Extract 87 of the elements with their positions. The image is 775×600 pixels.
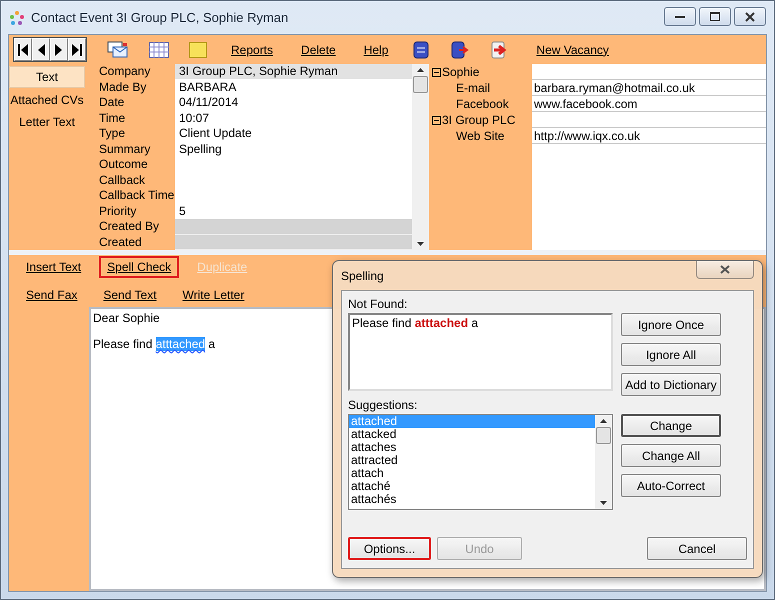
field-label: Outcome	[89, 157, 175, 172]
dialog-title: Spelling	[341, 268, 384, 282]
toolbar-link[interactable]: New Vacancy	[532, 42, 613, 58]
field-label: Created	[89, 234, 175, 250]
database-arrow-icon[interactable]	[450, 40, 470, 60]
previous-record-button[interactable]	[32, 38, 50, 61]
field-label: Made By	[89, 80, 175, 95]
action-link[interactable]: Insert Text	[18, 256, 90, 278]
calendar-grid-icon[interactable]	[149, 42, 169, 58]
toolbar-link[interactable]: Reports	[227, 42, 278, 58]
suggestions-list[interactable]: attached attacked attaches attracted attach attaché attachés	[348, 414, 613, 510]
maximize-button[interactable]	[699, 7, 731, 26]
scrollbar[interactable]	[412, 64, 429, 250]
not-found-text-box[interactable]: Please find atttached a	[348, 313, 613, 391]
dialog-button[interactable]: Ignore All	[621, 343, 721, 366]
minimize-button[interactable]	[664, 7, 696, 26]
maximize-icon[interactable]	[710, 12, 720, 21]
database-icon[interactable]	[412, 40, 430, 60]
suggestion-item[interactable]: attracted	[349, 454, 595, 467]
letter-line: Please find atttached a	[93, 337, 216, 351]
scroll-thumb[interactable]	[596, 427, 611, 444]
tree-node[interactable]: 3I Group PLC	[432, 112, 532, 128]
field-label: Callback Time	[89, 188, 175, 204]
dialog-button[interactable]: Add to Dictionary	[621, 373, 721, 396]
close-icon[interactable]	[745, 12, 755, 22]
scroll-thumb[interactable]	[413, 76, 428, 93]
toolbar-link[interactable]: Delete	[297, 42, 340, 58]
close-icon[interactable]	[720, 265, 730, 274]
contact-value: http://www.iqx.co.uk	[532, 128, 766, 144]
scroll-up-icon[interactable]	[600, 419, 607, 423]
cancel-button[interactable]: Cancel	[647, 537, 747, 560]
action-link[interactable]: Spell Check	[99, 256, 180, 278]
app-logo-icon	[9, 10, 25, 26]
sidebar-tab[interactable]: Letter Text	[9, 112, 85, 132]
triangle-right-icon[interactable]	[55, 44, 63, 56]
scroll-down-icon[interactable]	[600, 501, 607, 505]
letter-line: Dear Sophie	[93, 311, 160, 325]
collapse-icon[interactable]	[432, 68, 441, 76]
dialog-button[interactable]: Ignore Once	[621, 313, 721, 336]
first-record-button[interactable]	[14, 38, 32, 61]
action-link[interactable]: Write Letter	[174, 284, 252, 306]
dialog-button[interactable]: Change All	[621, 444, 721, 467]
suggestion-item[interactable]: attach	[349, 467, 595, 480]
minimize-icon[interactable]	[675, 14, 685, 18]
envelopes-icon[interactable]	[107, 40, 129, 60]
field-label: Date	[89, 95, 175, 110]
last-record-button[interactable]	[68, 38, 86, 61]
section-label: Not Found:	[348, 296, 408, 313]
field-label: Type	[89, 126, 175, 142]
suggestion-item[interactable]: attacked	[349, 428, 595, 441]
toolbar-link[interactable]: Help	[360, 42, 392, 58]
close-button[interactable]	[734, 7, 766, 26]
sidebar-tab[interactable]: Text	[9, 66, 85, 88]
skip-first-icon[interactable]	[18, 44, 28, 56]
contact-value: barbara.ryman@hotmail.co.uk	[532, 80, 766, 96]
field-value[interactable]: 3I Group PLC, Sophie Ryman	[175, 64, 412, 80]
field-label: Callback	[89, 172, 175, 188]
field-label: Created By	[89, 219, 175, 234]
tree-item[interactable]: E-mail	[432, 80, 532, 96]
tree-node[interactable]: Sophie	[432, 64, 532, 80]
collapse-icon[interactable]	[432, 116, 441, 124]
next-record-button[interactable]	[50, 38, 68, 61]
skip-last-icon[interactable]	[72, 44, 82, 56]
suggestion-item[interactable]: attaché	[349, 480, 595, 493]
suggestion-item[interactable]: attaches	[349, 441, 595, 454]
contact-value: www.facebook.com	[532, 96, 766, 112]
exit-arrow-icon[interactable]	[490, 40, 508, 60]
field-label: Priority	[89, 204, 175, 219]
triangle-left-icon[interactable]	[37, 44, 45, 56]
window-title: Contact Event 3I Group PLC, Sophie Ryman	[31, 10, 288, 25]
scrollbar[interactable]	[595, 415, 612, 509]
scroll-up-icon[interactable]	[417, 68, 424, 72]
dialog-button[interactable]: Options...	[348, 537, 431, 560]
field-label: Summary	[89, 142, 175, 157]
scroll-down-icon[interactable]	[417, 242, 424, 246]
field-label: Time	[89, 110, 175, 126]
tree-item[interactable]: Web Site	[432, 128, 532, 144]
dialog-button[interactable]: Change	[621, 414, 721, 437]
section-label: Suggestions:	[348, 397, 418, 414]
action-link[interactable]: Send Text	[95, 284, 165, 306]
tree-item[interactable]: Facebook	[432, 96, 532, 112]
close-button[interactable]	[696, 261, 754, 279]
sidebar-tab[interactable]: Attached CVs	[9, 90, 85, 110]
action-link[interactable]: Send Fax	[18, 284, 86, 306]
suggestion-item[interactable]: attachés	[349, 493, 595, 506]
dialog-button[interactable]: Auto-Correct	[621, 474, 721, 497]
field-label: Company	[89, 64, 175, 80]
